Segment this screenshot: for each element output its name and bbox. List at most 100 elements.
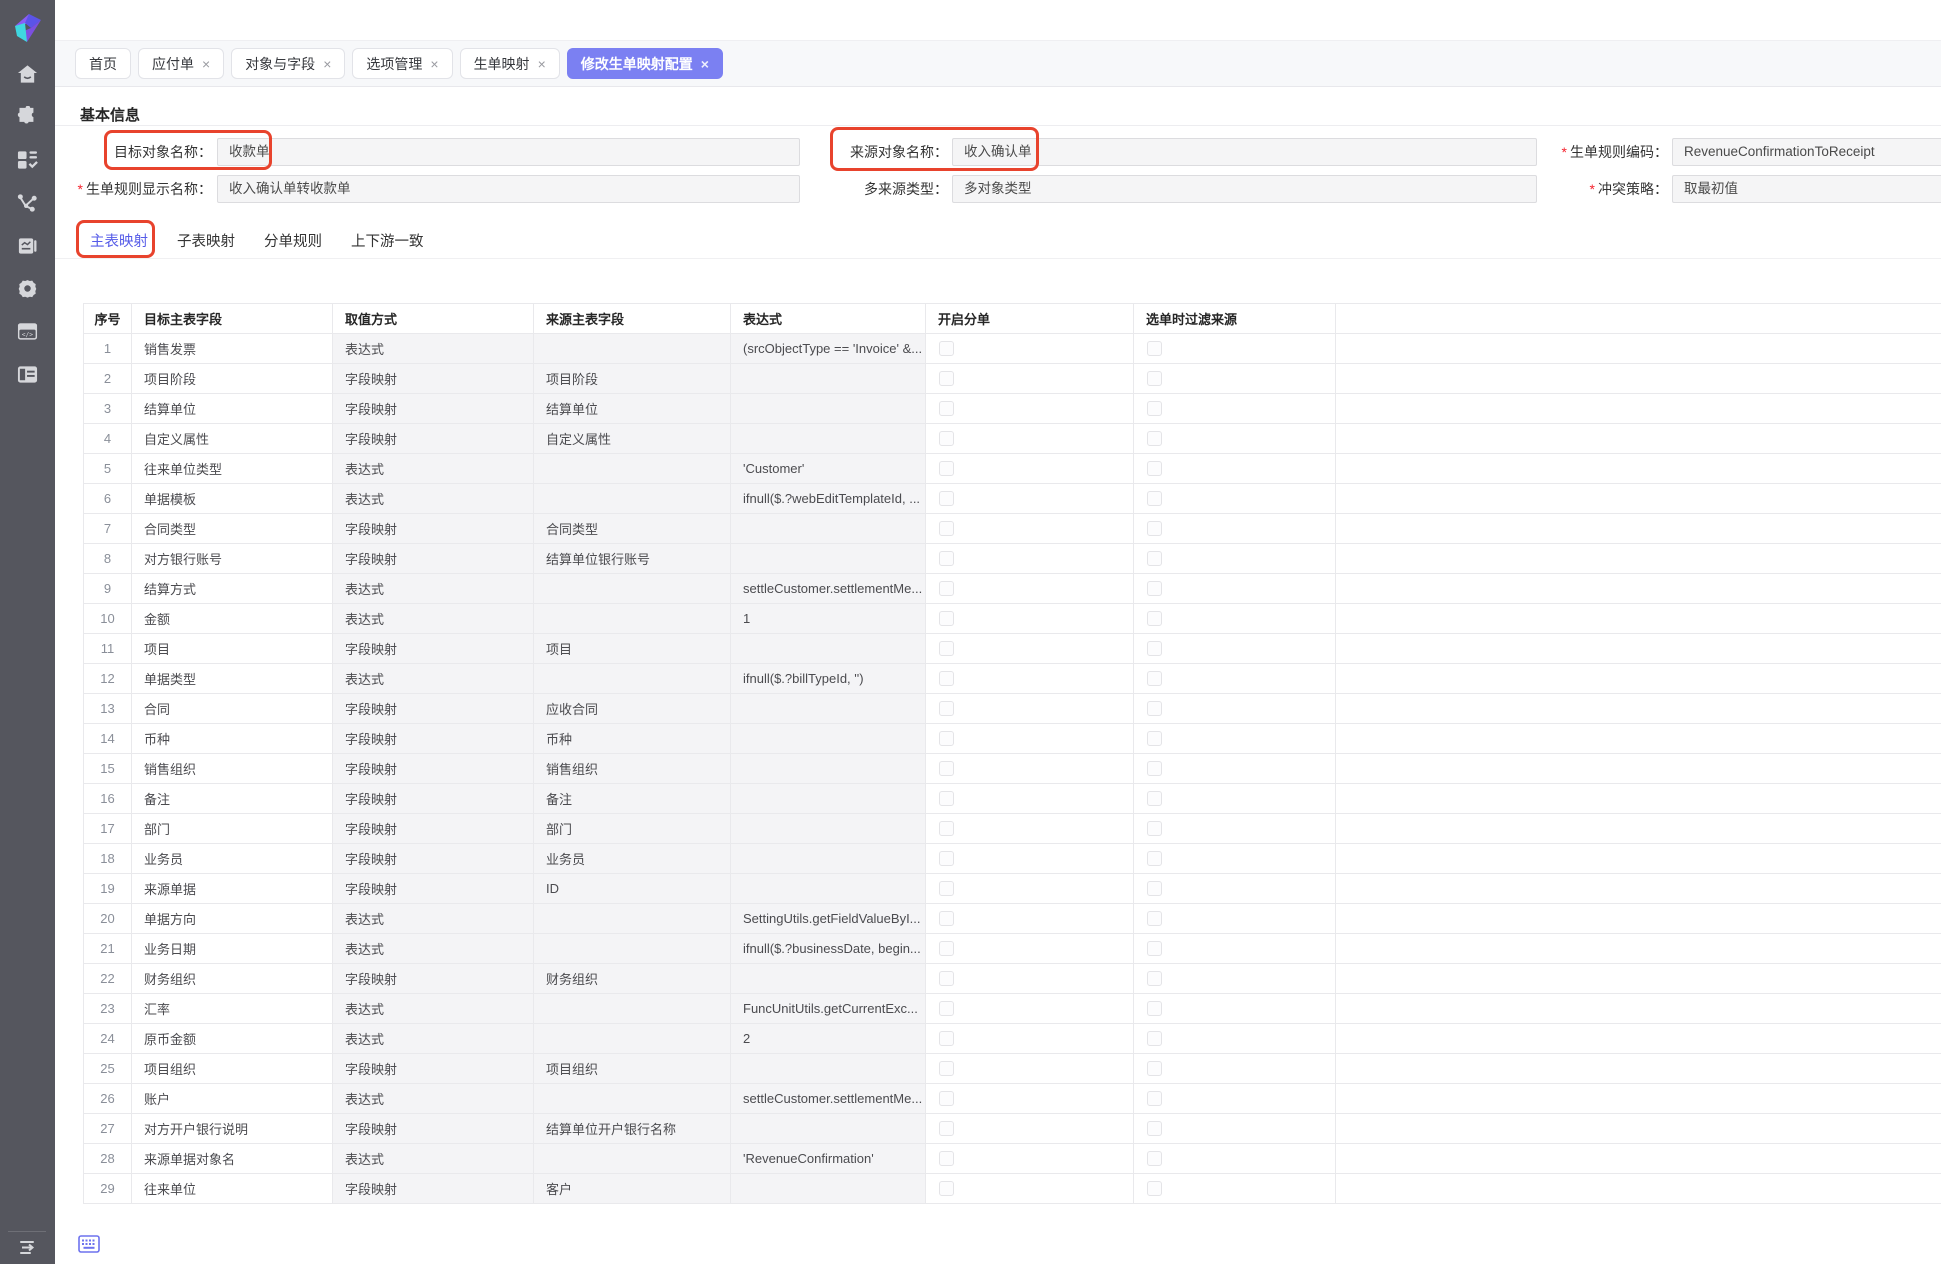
target-object-field[interactable]: 收款单 — [217, 138, 800, 166]
split-order-checkbox[interactable] — [939, 581, 954, 596]
tab-对象与字段[interactable]: 对象与字段× — [231, 48, 345, 79]
filter-source-checkbox[interactable] — [1147, 971, 1162, 986]
tab-修改生单映射配置[interactable]: 修改生单映射配置× — [567, 48, 723, 79]
filter-source-checkbox[interactable] — [1147, 611, 1162, 626]
split-order-checkbox[interactable] — [939, 1061, 954, 1076]
split-order-checkbox[interactable] — [939, 1001, 954, 1016]
close-icon[interactable]: × — [202, 57, 210, 71]
filter-source-checkbox[interactable] — [1147, 671, 1162, 686]
filter-source-checkbox[interactable] — [1147, 731, 1162, 746]
rule-code-field[interactable]: RevenueConfirmationToReceipt — [1672, 138, 1941, 166]
split-order-checkbox[interactable] — [939, 671, 954, 686]
split-order-checkbox[interactable] — [939, 1121, 954, 1136]
source-field-cell: 财务组织 — [534, 964, 731, 994]
app-logo-icon[interactable] — [11, 12, 45, 44]
tab-生单映射[interactable]: 生单映射× — [460, 48, 560, 79]
split-order-checkbox[interactable] — [939, 701, 954, 716]
source-object-field[interactable]: 收入确认单 — [952, 138, 1537, 166]
split-order-checkbox[interactable] — [939, 341, 954, 356]
filter-source-checkbox[interactable] — [1147, 641, 1162, 656]
multi-source-type-field[interactable]: 多对象类型 — [952, 175, 1537, 203]
tab-首页[interactable]: 首页 — [75, 48, 131, 79]
seq-cell: 1 — [84, 334, 132, 364]
close-icon[interactable]: × — [701, 57, 709, 71]
filter-source-cell — [1134, 724, 1336, 754]
close-icon[interactable]: × — [430, 57, 438, 71]
layout-icon[interactable] — [0, 353, 55, 396]
subtab-子表映射[interactable]: 子表映射 — [177, 230, 235, 251]
filter-source-checkbox[interactable] — [1147, 941, 1162, 956]
close-icon[interactable]: × — [323, 57, 331, 71]
filter-source-checkbox[interactable] — [1147, 551, 1162, 566]
split-order-checkbox[interactable] — [939, 791, 954, 806]
filter-source-checkbox[interactable] — [1147, 491, 1162, 506]
tab-应付单[interactable]: 应付单× — [138, 48, 224, 79]
split-order-checkbox[interactable] — [939, 371, 954, 386]
filter-source-checkbox[interactable] — [1147, 821, 1162, 836]
relation-icon[interactable] — [0, 181, 55, 224]
column-header: 选单时过滤来源 — [1134, 304, 1336, 334]
keyboard-shortcut-icon[interactable] — [78, 1235, 100, 1253]
filter-source-checkbox[interactable] — [1147, 401, 1162, 416]
method-cell: 表达式 — [333, 1144, 534, 1174]
conflict-strategy-field[interactable]: 取最初值 — [1672, 175, 1941, 203]
filter-source-checkbox[interactable] — [1147, 1181, 1162, 1196]
filter-source-checkbox[interactable] — [1147, 1091, 1162, 1106]
split-order-checkbox[interactable] — [939, 461, 954, 476]
split-order-checkbox[interactable] — [939, 551, 954, 566]
split-order-checkbox[interactable] — [939, 641, 954, 656]
split-order-checkbox[interactable] — [939, 611, 954, 626]
split-order-checkbox[interactable] — [939, 1091, 954, 1106]
subtab-上下游一致[interactable]: 上下游一致 — [351, 230, 424, 251]
seq-cell: 21 — [84, 934, 132, 964]
home-icon[interactable] — [0, 52, 55, 95]
collapse-sidebar-icon[interactable] — [14, 1236, 42, 1260]
subtab-分单规则[interactable]: 分单规则 — [264, 230, 322, 251]
filter-source-checkbox[interactable] — [1147, 521, 1162, 536]
seq-cell: 28 — [84, 1144, 132, 1174]
filter-source-checkbox[interactable] — [1147, 1031, 1162, 1046]
split-order-checkbox[interactable] — [939, 971, 954, 986]
split-order-checkbox[interactable] — [939, 851, 954, 866]
plugin-icon[interactable] — [0, 95, 55, 138]
split-order-checkbox[interactable] — [939, 521, 954, 536]
close-icon[interactable]: × — [538, 57, 546, 71]
split-order-checkbox[interactable] — [939, 821, 954, 836]
filter-source-checkbox[interactable] — [1147, 1001, 1162, 1016]
split-order-checkbox[interactable] — [939, 911, 954, 926]
split-order-checkbox[interactable] — [939, 1181, 954, 1196]
console-icon[interactable]: </> — [0, 310, 55, 353]
filter-source-checkbox[interactable] — [1147, 911, 1162, 926]
split-order-checkbox[interactable] — [939, 431, 954, 446]
table-row: 6单据模板表达式ifnull($.?webEditTemplateId, ... — [84, 484, 1941, 514]
filter-source-checkbox[interactable] — [1147, 761, 1162, 776]
filter-source-checkbox[interactable] — [1147, 701, 1162, 716]
filter-source-checkbox[interactable] — [1147, 1121, 1162, 1136]
tab-选项管理[interactable]: 选项管理× — [352, 48, 452, 79]
split-order-checkbox[interactable] — [939, 761, 954, 776]
filter-source-checkbox[interactable] — [1147, 371, 1162, 386]
filter-source-checkbox[interactable] — [1147, 461, 1162, 476]
filter-source-checkbox[interactable] — [1147, 341, 1162, 356]
method-cell: 字段映射 — [333, 394, 534, 424]
rule-display-name-field[interactable]: 收入确认单转收款单 — [217, 175, 800, 203]
filter-source-checkbox[interactable] — [1147, 431, 1162, 446]
split-order-checkbox[interactable] — [939, 1031, 954, 1046]
split-order-checkbox[interactable] — [939, 941, 954, 956]
filter-source-checkbox[interactable] — [1147, 1151, 1162, 1166]
split-order-checkbox[interactable] — [939, 881, 954, 896]
filter-source-checkbox[interactable] — [1147, 1061, 1162, 1076]
filter-source-checkbox[interactable] — [1147, 851, 1162, 866]
split-order-checkbox[interactable] — [939, 1151, 954, 1166]
table-row: 17部门字段映射部门 — [84, 814, 1941, 844]
gear-icon[interactable] — [0, 267, 55, 310]
subtab-主表映射[interactable]: 主表映射 — [90, 230, 148, 251]
filter-source-checkbox[interactable] — [1147, 791, 1162, 806]
components-icon[interactable] — [0, 138, 55, 181]
report-icon[interactable] — [0, 224, 55, 267]
split-order-checkbox[interactable] — [939, 491, 954, 506]
split-order-checkbox[interactable] — [939, 401, 954, 416]
filter-source-checkbox[interactable] — [1147, 581, 1162, 596]
filter-source-checkbox[interactable] — [1147, 881, 1162, 896]
split-order-checkbox[interactable] — [939, 731, 954, 746]
